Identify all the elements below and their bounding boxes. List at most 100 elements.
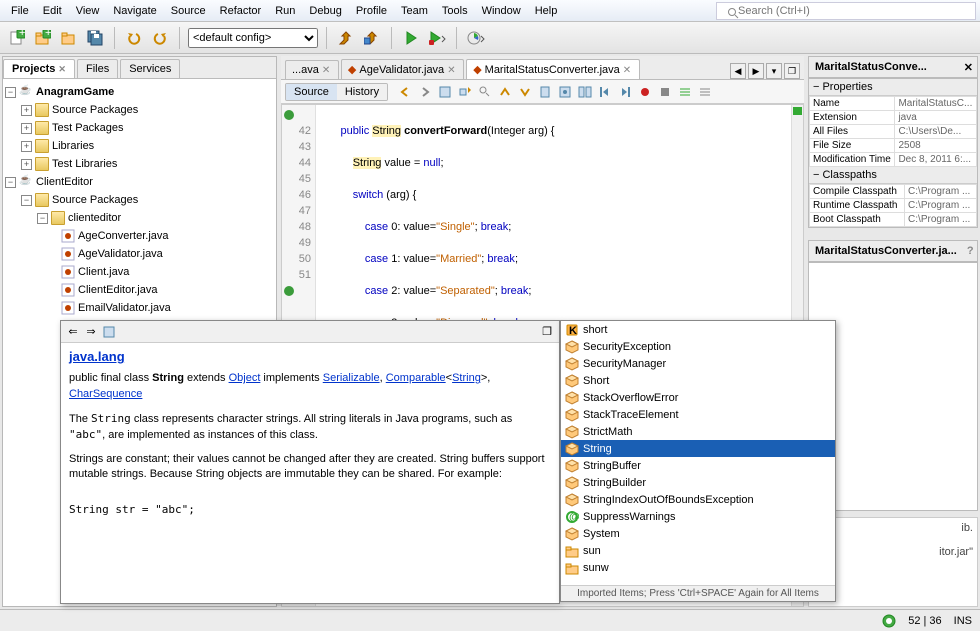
completion-item[interactable]: StrictMath [561,423,835,440]
completion-item[interactable]: StringIndexOutOfBoundsException [561,491,835,508]
menu-view[interactable]: View [69,3,107,19]
completion-item[interactable]: StackOverflowError [561,389,835,406]
completion-item[interactable]: @SuppressWarnings [561,508,835,525]
tab-prev-button[interactable]: ◀ [730,63,746,79]
next-bookmark-button[interactable] [516,83,534,101]
completion-item[interactable]: Kshort [561,321,835,338]
completion-item[interactable]: StringBuffer [561,457,835,474]
properties-tab[interactable]: MaritalStatusConve... ✕ [808,56,978,78]
tab-projects[interactable]: Projects✕ [3,59,75,78]
nav-fwd-button[interactable] [416,83,434,101]
expand-icon[interactable]: − [5,87,16,98]
menu-edit[interactable]: Edit [36,3,69,19]
tree-file-agevalidator[interactable]: AgeValidator.java [78,248,163,260]
toggle-highlight-button[interactable] [476,83,494,101]
config-combo[interactable]: <default config> [188,28,318,48]
javadoc-comparable-link[interactable]: Comparable [386,372,446,384]
tree-file-emailvalidator[interactable]: EmailValidator.java [78,302,171,314]
prop-runtimecp-value[interactable]: C:\Program ... [905,199,977,213]
completion-item[interactable]: StringBuilder [561,474,835,491]
nav-back-button[interactable] [396,83,414,101]
close-icon[interactable]: ✕ [322,65,332,75]
clean-build-button[interactable] [361,27,383,49]
javadoc-string-link[interactable]: String [452,372,481,384]
run-button[interactable] [400,27,422,49]
history-toggle[interactable]: History [337,84,387,100]
expand-icon[interactable]: + [21,105,32,116]
tree-file-client[interactable]: Client.java [78,266,129,278]
status-insert-mode[interactable]: INS [954,615,972,627]
last-edit-button[interactable] [556,83,574,101]
close-icon[interactable]: ✕ [960,61,977,74]
prev-bookmark-button[interactable] [496,83,514,101]
undo-button[interactable] [123,27,145,49]
shift-left-button[interactable] [596,83,614,101]
menu-file[interactable]: File [4,3,36,19]
find-selection-button[interactable] [436,83,454,101]
completion-item[interactable]: System [561,525,835,542]
menu-profile[interactable]: Profile [349,3,394,19]
completion-item[interactable]: StackTraceElement [561,406,835,423]
completion-item[interactable]: sunw [561,559,835,576]
tab-services[interactable]: Services [120,59,180,78]
completion-item[interactable]: SecurityManager [561,355,835,372]
prop-allfiles-value[interactable]: C:\Users\De... [895,125,977,139]
redo-button[interactable] [149,27,171,49]
expand-icon[interactable]: + [21,141,32,152]
macro-start-button[interactable] [636,83,654,101]
menu-run[interactable]: Run [268,3,302,19]
shift-right-button[interactable] [616,83,634,101]
menu-team[interactable]: Team [394,3,435,19]
new-file-button[interactable]: + [6,27,28,49]
menu-window[interactable]: Window [475,3,528,19]
open-project-button[interactable] [58,27,80,49]
completion-item[interactable]: sun [561,542,835,559]
doc-newwindow-button[interactable]: ❐ [539,324,555,340]
source-history-toggle[interactable]: Source History [285,83,388,101]
tab-next-button[interactable]: ▶ [748,63,764,79]
prop-name-value[interactable]: MaritalStatusC... [895,97,977,111]
find-prev-button[interactable] [456,83,474,101]
prop-mtime-value[interactable]: Dec 8, 2011 6:... [895,153,977,167]
menu-source[interactable]: Source [164,3,213,19]
file-tab-agevalidator[interactable]: ◆AgeValidator.java✕ [341,59,464,79]
project-anagram[interactable]: AnagramGame [36,86,114,98]
menu-tools[interactable]: Tools [435,3,475,19]
expand-icon[interactable]: − [37,213,48,224]
tree-test-libraries[interactable]: Test Libraries [52,158,117,170]
override-marker-icon[interactable] [284,286,294,296]
menu-help[interactable]: Help [528,3,565,19]
expand-icon[interactable]: + [21,123,32,134]
toggle-bookmark-button[interactable] [536,83,554,101]
collapse-icon[interactable]: − [813,169,819,181]
tab-list-button[interactable]: ▾ [766,63,782,79]
tree-source-packages[interactable]: Source Packages [52,104,138,116]
properties-header[interactable]: −Properties [809,79,977,96]
save-all-button[interactable] [84,27,106,49]
menu-debug[interactable]: Debug [302,3,348,19]
javadoc-serializable-link[interactable]: Serializable [323,372,380,384]
completion-popup[interactable]: KshortSecurityExceptionSecurityManagerSh… [560,320,836,602]
prop-ext-value[interactable]: java [895,111,977,125]
javadoc-body[interactable]: java.lang public final class String exte… [61,343,559,603]
override-marker-icon[interactable] [284,110,294,120]
tree-test-packages[interactable]: Test Packages [52,122,124,134]
tree-package-clienteditor[interactable]: clienteditor [68,212,121,224]
help-icon[interactable]: ? [963,245,978,257]
close-icon[interactable]: ✕ [58,64,66,75]
prop-filesize-value[interactable]: 2508 [895,139,977,153]
maximize-button[interactable]: ❐ [784,63,800,79]
comment-button[interactable] [676,83,694,101]
tree-file-clienteditor[interactable]: ClientEditor.java [78,284,158,296]
source-toggle[interactable]: Source [286,84,337,100]
file-tab-maritalstatus[interactable]: ◆MaritalStatusConverter.java✕ [466,59,640,79]
doc-back-button[interactable]: ⇐ [65,324,81,340]
quick-search[interactable] [716,2,976,20]
javadoc-package-link[interactable]: java.lang [69,349,551,364]
expand-icon[interactable]: − [5,177,16,188]
tree-file-ageconverter[interactable]: AgeConverter.java [78,230,169,242]
macro-stop-button[interactable] [656,83,674,101]
menu-refactor[interactable]: Refactor [213,3,269,19]
build-button[interactable] [335,27,357,49]
new-project-button[interactable]: + [32,27,54,49]
